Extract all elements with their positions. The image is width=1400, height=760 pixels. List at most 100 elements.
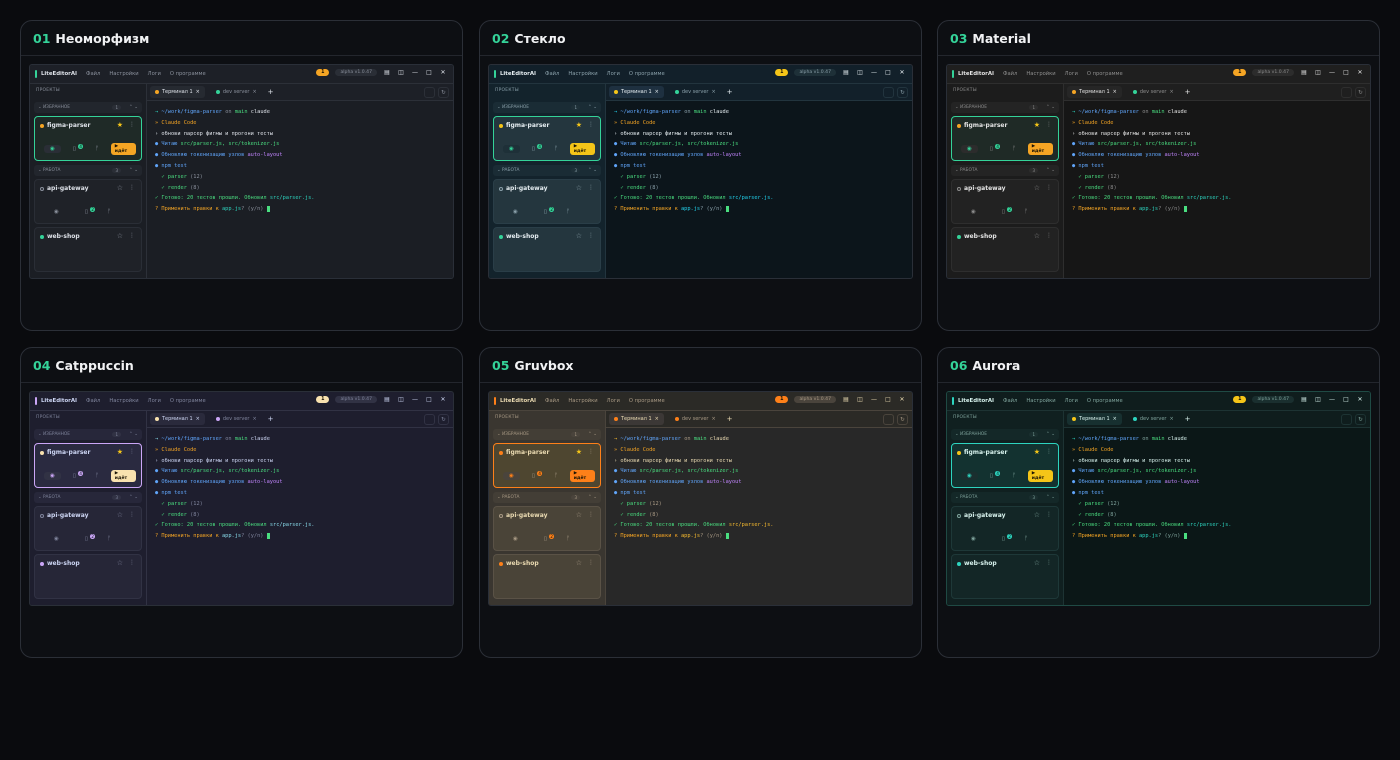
menu-settings[interactable]: Настройки [568,71,597,77]
more-icon[interactable]: ⋮ [129,559,135,566]
branch-icon[interactable]: ᚡ [107,209,110,215]
project-web-shop[interactable]: web-shop ☆ ⋮ [34,227,142,272]
eye-icon[interactable]: ◉ [971,536,976,542]
close-tab-icon[interactable]: × [1113,416,1117,422]
eye-icon[interactable]: ◉ [54,209,59,215]
close-tab-icon[interactable]: × [1169,416,1173,422]
panel-icon[interactable] [1341,414,1352,425]
add-tab-icon[interactable]: + [1185,88,1191,96]
theme-card-03[interactable]: 03 Material LiteEditorAI Файл Настройки … [937,20,1380,331]
menu-logs[interactable]: Логи [148,71,161,77]
close-icon[interactable]: ✕ [439,69,447,76]
star-outline-icon[interactable]: ☆ [576,184,582,192]
chevron-icon[interactable]: ⌃ ⌄ [1046,495,1055,500]
layout-icon[interactable]: ▤ [1300,69,1308,76]
panel-icon[interactable] [424,414,435,425]
file-icon[interactable]: ▯ [85,536,88,542]
menu-logs[interactable]: Логи [607,398,620,404]
eye-icon[interactable]: ◉ [961,472,978,480]
file-icon[interactable]: ▯ [85,209,88,215]
refresh-icon[interactable]: ↻ [897,414,908,425]
tab-terminal[interactable]: Терминал 1 × [1067,86,1122,98]
more-icon[interactable]: ⋮ [588,232,594,239]
tab-terminal[interactable]: Терминал 1 × [150,413,205,425]
more-icon[interactable]: ⋮ [1046,232,1052,239]
branch-icon[interactable]: ᚡ [1024,209,1027,215]
terminal-output[interactable]: → ~/work/figma-parser on main claude » C… [1064,101,1370,221]
more-icon[interactable]: ⋮ [588,184,594,191]
project-api-gateway[interactable]: api-gateway ☆ ⋮ ◉ ▯ 2 ᚡ [951,179,1059,224]
star-icon[interactable]: ★ [1034,121,1040,129]
menu-about[interactable]: О программе [629,71,665,77]
close-icon[interactable]: ✕ [439,396,447,403]
star-outline-icon[interactable]: ☆ [1034,184,1040,192]
status-pill[interactable]: 1 [316,69,330,76]
more-icon[interactable]: ⋮ [1046,511,1052,518]
minimize-icon[interactable]: — [411,69,419,76]
tab-terminal[interactable]: Терминал 1 × [150,86,205,98]
more-icon[interactable]: ⋮ [1046,559,1052,566]
menu-settings[interactable]: Настройки [1026,398,1055,404]
layout-icon[interactable]: ▤ [383,396,391,403]
close-tab-icon[interactable]: × [196,416,200,422]
split-icon[interactable]: ◫ [1314,69,1322,76]
file-icon[interactable]: ▯ [990,146,993,152]
menu-settings[interactable]: Настройки [1026,71,1055,77]
chevron-icon[interactable]: ⌃ ⌄ [129,168,138,173]
menu-file[interactable]: Файл [1003,398,1017,404]
file-icon[interactable]: ▯ [990,473,993,479]
layout-icon[interactable]: ▤ [842,69,850,76]
more-icon[interactable]: ⋮ [129,448,135,455]
star-icon[interactable]: ★ [1034,448,1040,456]
star-outline-icon[interactable]: ☆ [1034,559,1040,567]
chevron-icon[interactable]: ⌃ ⌄ [588,432,597,437]
menu-logs[interactable]: Логи [607,71,620,77]
project-api-gateway[interactable]: api-gateway ☆ ⋮ ◉ ▯ 2 ᚡ [34,179,142,224]
section-favorites[interactable]: ⌄ ИЗБРАННОЕ 1 ⌃ ⌄ [34,429,142,440]
close-icon[interactable]: ✕ [898,396,906,403]
split-icon[interactable]: ◫ [397,69,405,76]
tab-dev-server[interactable]: dev server × [211,86,262,98]
chevron-icon[interactable]: ⌃ ⌄ [129,432,138,437]
menu-logs[interactable]: Логи [148,398,161,404]
branch-icon[interactable]: ᚡ [1024,536,1027,542]
close-tab-icon[interactable]: × [711,89,715,95]
tab-terminal[interactable]: Терминал 1 × [1067,413,1122,425]
minimize-icon[interactable]: — [1328,396,1336,403]
branch-icon[interactable]: ᚡ [554,146,557,152]
tab-terminal[interactable]: Терминал 1 × [609,413,664,425]
file-icon[interactable]: ▯ [532,473,535,479]
theme-card-06[interactable]: 06 Aurora LiteEditorAI Файл Настройки Ло… [937,347,1380,658]
file-icon[interactable]: ▯ [1002,209,1005,215]
terminal-output[interactable]: → ~/work/figma-parser on main claude » C… [147,428,453,548]
eye-icon[interactable]: ◉ [503,145,520,153]
close-tab-icon[interactable]: × [711,416,715,422]
panel-icon[interactable] [424,87,435,98]
star-outline-icon[interactable]: ☆ [117,232,123,240]
run-button[interactable]: ▶ идёт [110,470,136,482]
add-tab-icon[interactable]: + [727,415,733,423]
chevron-icon[interactable]: ⌃ ⌄ [1046,105,1055,110]
maximize-icon[interactable]: □ [425,69,433,76]
chevron-icon[interactable]: ⌃ ⌄ [129,495,138,500]
panel-icon[interactable] [1341,87,1352,98]
maximize-icon[interactable]: □ [425,396,433,403]
project-api-gateway[interactable]: api-gateway ☆ ⋮ ◉ ▯ 2 ᚡ [493,179,601,224]
close-tab-icon[interactable]: × [252,89,256,95]
menu-about[interactable]: О программе [170,71,206,77]
eye-icon[interactable]: ◉ [513,536,518,542]
run-button[interactable]: ▶ идёт [110,143,136,155]
maximize-icon[interactable]: □ [884,396,892,403]
maximize-icon[interactable]: □ [884,69,892,76]
menu-about[interactable]: О программе [1087,71,1123,77]
status-pill[interactable]: 1 [775,396,789,403]
add-tab-icon[interactable]: + [268,88,274,96]
tab-terminal[interactable]: Терминал 1 × [609,86,664,98]
menu-file[interactable]: Файл [545,71,559,77]
terminal-output[interactable]: → ~/work/figma-parser on main claude » C… [606,101,912,221]
chevron-icon[interactable]: ⌃ ⌄ [588,168,597,173]
section-favorites[interactable]: ⌄ ИЗБРАННОЕ 1 ⌃ ⌄ [34,102,142,113]
eye-icon[interactable]: ◉ [513,209,518,215]
status-pill[interactable]: 1 [316,396,330,403]
add-tab-icon[interactable]: + [1185,415,1191,423]
